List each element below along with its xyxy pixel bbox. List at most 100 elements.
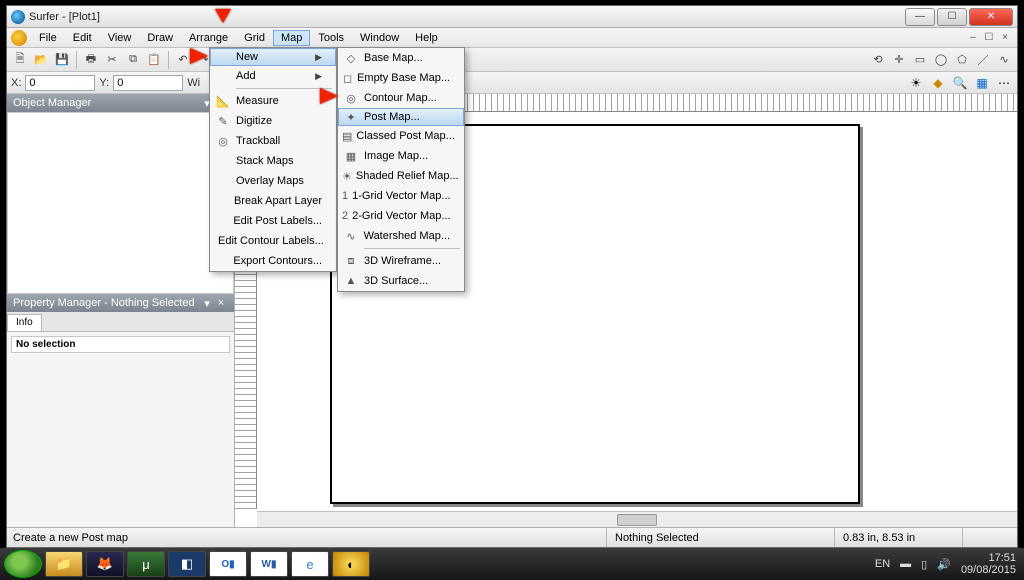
map-menu-item-break-apart-layer[interactable]: Break Apart Layer — [210, 191, 336, 211]
property-manager-title: Property Manager - Nothing Selected — [13, 297, 195, 309]
tray-volume-icon[interactable]: 🔊 — [937, 558, 951, 571]
new-menu-item-classed-post-map-[interactable]: ▤Classed Post Map... — [338, 126, 464, 146]
taskbar-surfer-icon[interactable]: ◐ — [332, 551, 370, 577]
taskbar-app-icon[interactable]: ◧ — [168, 551, 206, 577]
property-tabs: Info — [7, 312, 234, 332]
map-menu-dropdown: New▶Add▶ 📐Measure✎Digitize◎TrackballStack… — [209, 47, 337, 272]
taskbar-explorer-icon[interactable]: 📁 — [45, 551, 83, 577]
object-manager-header[interactable]: Object Manager ▾ × — [7, 94, 234, 112]
annotation-arrow-top — [215, 9, 231, 23]
tb2-misc-icon[interactable]: ⋯ — [995, 74, 1013, 92]
taskbar-utorrent-icon[interactable]: μ — [127, 551, 165, 577]
menu-item-label: Post Map... — [364, 111, 420, 123]
property-manager-header[interactable]: Property Manager - Nothing Selected ▾ × — [7, 294, 234, 312]
map-menu-item-trackball[interactable]: ◎Trackball — [210, 131, 336, 151]
map-menu-item-new[interactable]: New▶ — [210, 48, 336, 66]
tb-copy-icon[interactable]: ⧉ — [124, 51, 142, 69]
map-menu-item-edit-post-labels-[interactable]: Edit Post Labels... — [210, 211, 336, 231]
new-menu-item-contour-map-[interactable]: ◎Contour Map... — [338, 88, 464, 108]
menu-item-icon: ▲ — [342, 273, 360, 289]
menu-view[interactable]: View — [100, 30, 140, 46]
tb2-zoom-icon[interactable]: 🔍 — [951, 74, 969, 92]
tray-net-icon[interactable]: ▯ — [921, 558, 927, 571]
tb-tool-a-icon[interactable]: ⟲ — [869, 51, 887, 69]
taskbar-ie-icon[interactable]: e — [291, 551, 329, 577]
menu-edit[interactable]: Edit — [65, 30, 100, 46]
map-menu-item-add[interactable]: Add▶ — [210, 66, 336, 86]
panel-pin-icon[interactable]: ▾ — [200, 297, 214, 310]
coord-wi-label: Wi — [187, 77, 200, 89]
close-button[interactable]: ✕ — [969, 8, 1013, 26]
menu-help[interactable]: Help — [407, 30, 446, 46]
menu-map[interactable]: Map — [273, 30, 310, 46]
tb-new-icon[interactable]: 🗎 — [11, 51, 29, 69]
tb-paste-icon[interactable]: 📋 — [145, 51, 163, 69]
tb2-color-icon[interactable]: ◆ — [929, 74, 947, 92]
new-menu-item-shaded-relief-map-[interactable]: ☀Shaded Relief Map... — [338, 166, 464, 186]
menu-file[interactable]: File — [31, 30, 65, 46]
horizontal-scrollbar[interactable] — [257, 511, 1017, 527]
menu-item-icon — [214, 253, 229, 269]
map-menu-item-stack-maps[interactable]: Stack Maps — [210, 151, 336, 171]
tb-tool-b-icon[interactable]: ✛ — [890, 51, 908, 69]
tray-clock[interactable]: 17:5109/08/2015 — [961, 552, 1016, 576]
tray-lang[interactable]: EN — [875, 558, 890, 570]
taskbar-word-icon[interactable]: W▮ — [250, 551, 288, 577]
menu-item-icon: 2 — [342, 208, 348, 224]
panel-close-icon[interactable]: × — [214, 297, 228, 309]
tb-tool-curve-icon[interactable]: ∿ — [995, 51, 1013, 69]
new-menu-item-post-map-[interactable]: ✦Post Map... — [338, 108, 464, 126]
minimize-button[interactable]: — — [905, 8, 935, 26]
tb-tool-poly-icon[interactable]: ⬠ — [953, 51, 971, 69]
tab-info[interactable]: Info — [7, 314, 42, 331]
status-position: 0.83 in, 8.53 in — [843, 528, 963, 547]
property-manager-panel: Property Manager - Nothing Selected ▾ × … — [7, 294, 234, 527]
tb-cut-icon[interactable]: ✂ — [103, 51, 121, 69]
tb-tool-rect-icon[interactable]: ▭ — [911, 51, 929, 69]
tb-print-icon[interactable]: 🖶 — [82, 51, 100, 69]
tb-save-icon[interactable]: 💾 — [53, 51, 71, 69]
coord-y-input[interactable] — [113, 75, 183, 91]
map-menu-item-edit-contour-labels-[interactable]: Edit Contour Labels... — [210, 231, 336, 251]
tray-flag-icon[interactable]: ▬ — [900, 558, 911, 570]
new-menu-item-base-map-[interactable]: ◇Base Map... — [338, 48, 464, 68]
menu-grid[interactable]: Grid — [236, 30, 273, 46]
scrollbar-thumb[interactable] — [617, 514, 657, 526]
menu-draw[interactable]: Draw — [139, 30, 181, 46]
menu-arrange[interactable]: Arrange — [181, 30, 236, 46]
menu-tools[interactable]: Tools — [310, 30, 352, 46]
coord-x-input[interactable] — [25, 75, 95, 91]
new-menu-item-3d-surface-[interactable]: ▲ 3D Surface... — [338, 271, 464, 291]
tb-tool-circ-icon[interactable]: ◯ — [932, 51, 950, 69]
menu-item-label: Classed Post Map... — [356, 130, 454, 142]
new-menu-item-empty-base-map-[interactable]: ◻Empty Base Map... — [338, 68, 464, 88]
taskbar-firefox-icon[interactable]: 🦊 — [86, 551, 124, 577]
object-manager-title: Object Manager — [13, 97, 91, 109]
menu-window[interactable]: Window — [352, 30, 407, 46]
app-window: Surfer - [Plot1] — ☐ ✕ File Edit View Dr… — [6, 5, 1018, 548]
new-menu-item-image-map-[interactable]: ▦Image Map... — [338, 146, 464, 166]
tb2-sun-icon[interactable]: ☀ — [907, 74, 925, 92]
system-tray[interactable]: EN ▬ ▯ 🔊 17:5109/08/2015 — [875, 552, 1020, 576]
taskbar-outlook-icon[interactable]: O▮ — [209, 551, 247, 577]
new-menu-item-2-grid-vector-map-[interactable]: 22-Grid Vector Map... — [338, 206, 464, 226]
tb2-grid-icon[interactable]: ▦ — [973, 74, 991, 92]
menu-item-label: Edit Contour Labels... — [218, 235, 324, 247]
mdi-doc-buttons[interactable]: – ☐ × — [970, 32, 1017, 43]
map-menu-item-export-contours-[interactable]: Export Contours... — [210, 251, 336, 271]
map-menu-item-digitize[interactable]: ✎Digitize — [210, 111, 336, 131]
menu-item-icon: 1 — [342, 188, 348, 204]
new-menu-item-watershed-map-[interactable]: ∿Watershed Map... — [338, 226, 464, 246]
menu-item-icon: ◎ — [214, 133, 232, 149]
map-menu-item-measure[interactable]: 📐Measure — [210, 91, 336, 111]
maximize-button[interactable]: ☐ — [937, 8, 967, 26]
tb-tool-line-icon[interactable]: ／ — [974, 51, 992, 69]
object-manager-body[interactable] — [7, 112, 234, 294]
menu-item-label: 3D Surface... — [364, 275, 428, 287]
tb-open-icon[interactable]: 📂 — [32, 51, 50, 69]
new-menu-item-3d-wireframe-[interactable]: ⧈3D Wireframe... — [338, 251, 464, 271]
new-menu-item-1-grid-vector-map-[interactable]: 11-Grid Vector Map... — [338, 186, 464, 206]
map-menu-item-overlay-maps[interactable]: Overlay Maps — [210, 171, 336, 191]
start-button[interactable] — [4, 550, 42, 578]
menu-item-icon — [214, 68, 232, 84]
